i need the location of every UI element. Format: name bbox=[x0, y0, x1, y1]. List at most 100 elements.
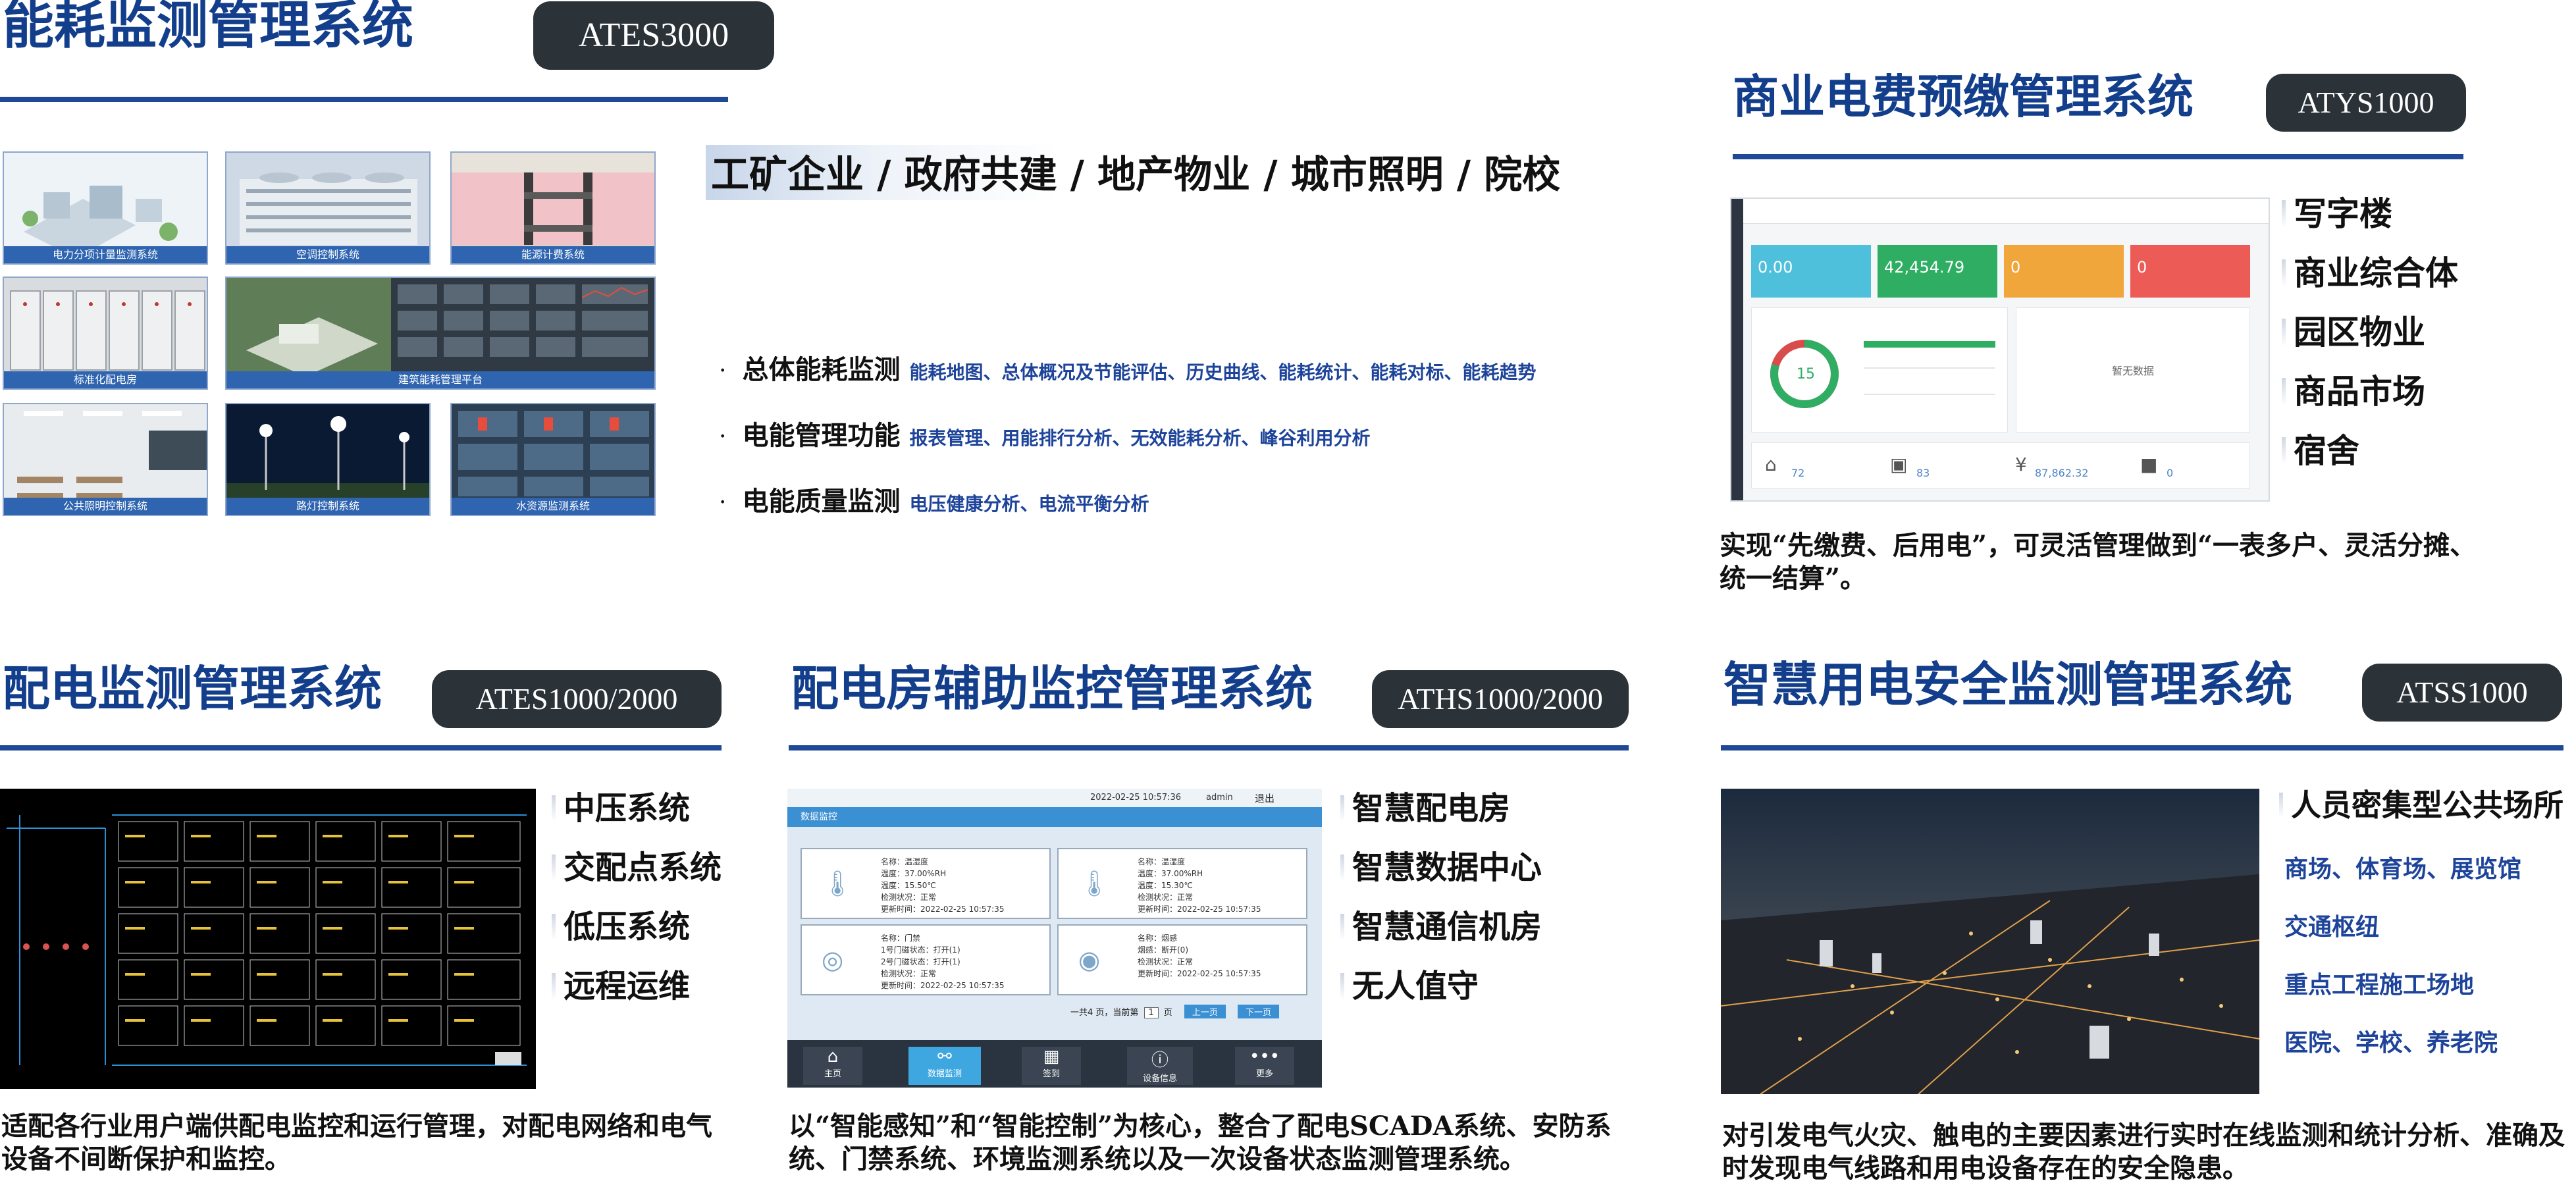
prepay-bar-fill bbox=[1864, 341, 1995, 348]
atss1000-desc: 对引发电气火灾、触电的主要因素进行实时在线监测和统计分析、准确及时发现电气线路和… bbox=[1722, 1120, 2565, 1184]
nav-monitor[interactable]: ⚯ 数据监测 bbox=[908, 1047, 981, 1085]
calendar-icon: ▦ bbox=[1043, 1047, 1060, 1066]
sensor-line: 检测状况：正常 bbox=[881, 969, 937, 978]
feature-key: 电能管理功能 bbox=[742, 420, 901, 451]
truck-icon: ■ bbox=[2140, 454, 2158, 475]
sensor-line: 更新时间：2022-02-25 10:57:35 bbox=[881, 981, 1005, 990]
ates1000-title: 配电监测管理系统 bbox=[3, 660, 382, 716]
atss-item: 交通枢纽 bbox=[2284, 913, 2380, 941]
nav-more[interactable]: ••• 更多 bbox=[1235, 1047, 1294, 1085]
sensor-line: 检测状况：正常 bbox=[1138, 957, 1194, 966]
network-icon: ⚯ bbox=[937, 1047, 952, 1066]
info-icon: ⓘ bbox=[1151, 1051, 1169, 1070]
page-input[interactable]: 1 bbox=[1143, 1007, 1159, 1018]
sensor-line: 更新时间：2022-02-25 10:57:35 bbox=[1138, 969, 1261, 978]
logout-link[interactable]: 退出 bbox=[1255, 791, 1275, 805]
thumb-water: 水资源监测系统 bbox=[450, 403, 656, 516]
door-icon: ◎ bbox=[822, 945, 844, 974]
thumb-hvac: 空调控制系统 bbox=[225, 151, 431, 265]
atys1000-desc: 实现“先缴费、后用电”，可灵活管理做到“一表多户、灵活分摊、统一结算”。 bbox=[1720, 530, 2477, 594]
scada-diagram bbox=[0, 789, 536, 1089]
prev-page-button[interactable]: 上一页 bbox=[1184, 1005, 1226, 1018]
thumb-distribution-room: 标准化配电房 bbox=[3, 276, 208, 390]
feature-key: 电能质量监测 bbox=[742, 486, 901, 517]
atys-item: 宿舍 bbox=[2282, 434, 2359, 467]
prepay-gauge-panel: 15 bbox=[1751, 307, 2008, 433]
thumb-billing: 能源计费系统 bbox=[450, 151, 656, 265]
atss1000-title: 智慧用电安全监测管理系统 bbox=[1723, 656, 2293, 712]
home-icon: ⌂ bbox=[1765, 454, 1777, 475]
nav-label: 更多 bbox=[1255, 1069, 1273, 1079]
sensor-line: 烟感：断开(0) bbox=[1138, 945, 1188, 955]
sensor-panel: 🌡 名称：温湿度 温度：37.00%RH 温度：15.30℃ 检测状况：正常 更… bbox=[1057, 848, 1307, 919]
sensor-line: 检测状况：正常 bbox=[881, 893, 937, 902]
atys1000-rule bbox=[1733, 154, 2463, 159]
aths-item: 智慧配电房 bbox=[1340, 793, 1510, 824]
ates1000-item: 远程运维 bbox=[552, 970, 690, 1002]
aths-item: 智慧通信机房 bbox=[1340, 911, 1542, 943]
home-icon: ⌂ bbox=[827, 1047, 839, 1066]
sensor-line: 2号门磁状态：打开(1) bbox=[881, 957, 960, 966]
prepay-screenshot: 0.00 42,454.79 0 0 15 暂无数据 ⌂ 72 ▣ 83 ¥ 8… bbox=[1730, 198, 2270, 502]
atss-item: 医院、学校、养老院 bbox=[2284, 1029, 2498, 1057]
smoke-icon: ◉ bbox=[1078, 945, 1101, 974]
thumb-energy-platform: 建筑能耗管理平台 bbox=[225, 276, 656, 390]
nav-checkin[interactable]: ▦ 签到 bbox=[1022, 1047, 1081, 1085]
feature-value: 报表管理、用能排行分析、无效能耗分析、峰谷利用分析 bbox=[909, 427, 1371, 449]
monitor-header: 数据监控 bbox=[787, 807, 1322, 827]
sensor-line: 温度：15.50℃ bbox=[881, 881, 936, 890]
bullet-icon: · bbox=[719, 423, 727, 450]
card-value: 0.00 bbox=[1758, 258, 1793, 276]
monitor-statusbar: 2022-02-25 10:57:36 admin 退出 bbox=[787, 789, 1322, 807]
bottom-nav: ⌂ 主页 ⚯ 数据监测 ▦ 签到 ⓘ 设备信息 ••• 更多 bbox=[787, 1040, 1322, 1088]
atys-item: 商业综合体 bbox=[2282, 257, 2458, 290]
atys-item: 商品市场 bbox=[2282, 375, 2425, 408]
atys-item: 园区物业 bbox=[2282, 316, 2425, 349]
thermometer-icon: 🌡 bbox=[822, 869, 854, 898]
prepay-empty-panel: 暂无数据 bbox=[2016, 307, 2250, 433]
atys1000-title: 商业电费预缴管理系统 bbox=[1733, 69, 2194, 124]
prepay-stats-row: ⌂ 72 ▣ 83 ¥ 87,862.32 ■ 0 bbox=[1751, 442, 2250, 488]
ates1000-item: 中压系统 bbox=[552, 793, 690, 824]
nav-home[interactable]: ⌂ 主页 bbox=[803, 1047, 862, 1085]
aths-item: 无人值守 bbox=[1340, 970, 1479, 1002]
sensor-line: 名称：温湿度 bbox=[881, 857, 929, 866]
ates3000-badge: ATES3000 bbox=[533, 1, 774, 70]
thumb-caption: 电力分项计量监测系统 bbox=[4, 246, 207, 263]
next-page-button[interactable]: 下一页 bbox=[1238, 1005, 1280, 1018]
ates1000-item: 低压系统 bbox=[552, 911, 690, 943]
prepay-card-alarm: 0 bbox=[2130, 245, 2250, 298]
industries-line: 工矿企业 / 政府共建 / 地产物业 / 城市照明 / 院校 bbox=[711, 152, 1561, 197]
stat-value: 72 bbox=[1791, 467, 1805, 479]
nav-label: 设备信息 bbox=[1142, 1074, 1177, 1084]
sensor-line: 温度：37.00%RH bbox=[1138, 869, 1203, 878]
nav-label: 主页 bbox=[824, 1069, 841, 1079]
thumb-caption: 标准化配电房 bbox=[4, 371, 207, 388]
sensor-line: 温度：37.00%RH bbox=[881, 869, 947, 878]
aths1000-rule bbox=[789, 745, 1629, 750]
sensor-line: 1号门磁状态：打开(1) bbox=[881, 945, 960, 955]
feature-row: · 电能质量监测 电压健康分析、电流平衡分析 bbox=[719, 488, 1149, 515]
sensor-panel: 🌡 名称：温湿度 温度：37.00%RH 温度：15.50℃ 检测状况：正常 更… bbox=[801, 848, 1051, 919]
sensor-line: 更新时间：2022-02-25 10:57:35 bbox=[1138, 905, 1261, 914]
pager-text: 一共4 页，当前第 bbox=[1070, 1008, 1139, 1018]
city-night-illustration bbox=[1721, 789, 2259, 1094]
sensor-line: 检测状况：正常 bbox=[1138, 893, 1194, 902]
prepay-topbar bbox=[1743, 199, 2269, 224]
atss1000-badge: ATSS1000 bbox=[2362, 664, 2562, 722]
pager: 一共4 页，当前第 1 页 上一页 下一页 bbox=[1070, 1005, 1280, 1018]
aths1000-desc: 以“智能感知”和“智能控制”为核心，整合了配电SCADA系统、安防系统、门禁系统… bbox=[789, 1111, 1612, 1174]
thumb-caption: 建筑能耗管理平台 bbox=[226, 371, 654, 388]
thumb-power-metering: 电力分项计量监测系统 bbox=[3, 151, 208, 265]
page-unit: 页 bbox=[1163, 1008, 1172, 1018]
nav-label: 签到 bbox=[1042, 1069, 1060, 1079]
atys-item: 写字楼 bbox=[2282, 198, 2392, 230]
sensor-line: 名称：烟感 bbox=[1138, 934, 1178, 943]
ates1000-desc: 适配各行业用户端供配电监控和运行管理，对配电网络和电气设备不间断保护和监控。 bbox=[1, 1111, 712, 1174]
more-icon: ••• bbox=[1249, 1047, 1280, 1066]
card-value: 0 bbox=[2137, 258, 2147, 276]
feature-row: · 电能管理功能 报表管理、用能排行分析、无效能耗分析、峰谷利用分析 bbox=[719, 423, 1370, 449]
sensor-line: 更新时间：2022-02-25 10:57:35 bbox=[881, 905, 1005, 914]
atss-item: 商场、体育场、展览馆 bbox=[2284, 855, 2522, 883]
nav-device[interactable]: ⓘ 设备信息 bbox=[1127, 1047, 1193, 1085]
